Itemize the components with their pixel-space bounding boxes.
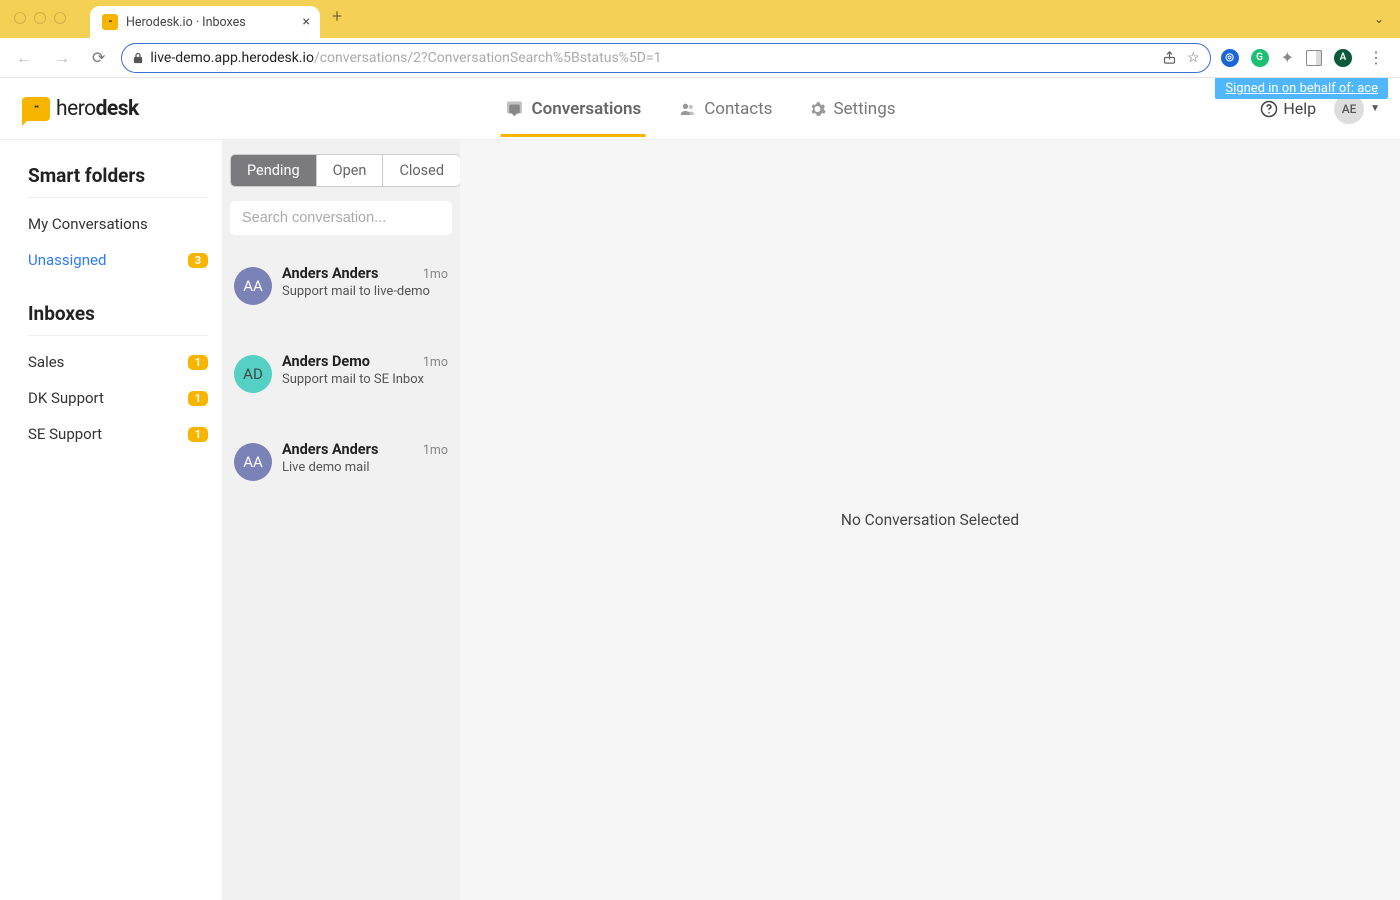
search-input[interactable]: [242, 210, 440, 226]
logo-text: herodesk: [56, 97, 139, 121]
sidebar-item-unassigned[interactable]: Unassigned 3: [28, 242, 208, 278]
browser-menu-icon[interactable]: ⋮: [1364, 48, 1388, 67]
filter-pending[interactable]: Pending: [231, 155, 317, 186]
sidebar-item-label: DK Support: [28, 389, 104, 407]
inboxes-heading: Inboxes: [28, 302, 208, 336]
conversation-time: 1mo: [423, 267, 448, 282]
nav-conversations[interactable]: Conversations: [500, 81, 645, 137]
sidebar-item-my-conversations[interactable]: My Conversations: [28, 206, 208, 242]
minimize-window-icon[interactable]: [34, 12, 46, 24]
count-badge: 1: [188, 427, 208, 442]
nav-label: Settings: [833, 99, 895, 119]
forward-button[interactable]: →: [48, 44, 76, 72]
help-link[interactable]: Help: [1260, 99, 1316, 118]
maximize-window-icon[interactable]: [54, 12, 66, 24]
conversation-time: 1mo: [423, 355, 448, 370]
close-window-icon[interactable]: [14, 12, 26, 24]
conversation-subject: Support mail to SE Inbox: [282, 372, 448, 387]
conversation-item[interactable]: AA Anders Anders 1mo Support mail to liv…: [230, 253, 452, 341]
browser-tab-strip: Herodesk.io · Inboxes × + ⌄: [0, 0, 1400, 38]
gear-icon: [808, 100, 826, 118]
window-controls: [14, 12, 66, 24]
count-badge: 3: [188, 253, 208, 268]
conversation-sender: Anders Demo: [282, 353, 370, 370]
address-bar[interactable]: live-demo.app.herodesk.io/conversations/…: [121, 43, 1210, 73]
sidebar-item-dk-support[interactable]: DK Support 1: [28, 380, 208, 416]
filter-closed[interactable]: Closed: [383, 155, 460, 186]
logo-mark-icon: [22, 97, 50, 121]
conversation-subject: Support mail to live-demo: [282, 284, 448, 299]
avatar: AD: [234, 355, 272, 393]
url-text: live-demo.app.herodesk.io/conversations/…: [150, 50, 1156, 66]
nav-label: Contacts: [704, 99, 772, 119]
avatar: AA: [234, 267, 272, 305]
conversation-sender: Anders Anders: [282, 265, 378, 282]
tabs-dropdown-icon[interactable]: ⌄: [1374, 12, 1384, 26]
conversation-time: 1mo: [423, 443, 448, 458]
extensions-icon[interactable]: ✦: [1281, 48, 1294, 67]
extension-icons: ◎ G ✦ A ⋮: [1221, 48, 1390, 67]
status-filter: Pending Open Closed: [230, 154, 461, 187]
sidebar-item-label: Sales: [28, 353, 64, 371]
count-badge: 1: [188, 355, 208, 370]
tab-close-icon[interactable]: ×: [303, 14, 310, 30]
chevron-down-icon: ▼: [1370, 103, 1380, 114]
sidebar-item-label: Unassigned: [28, 251, 106, 269]
conversation-sender: Anders Anders: [282, 441, 378, 458]
contacts-icon: [677, 101, 697, 117]
smart-folders-heading: Smart folders: [28, 164, 208, 198]
extension-grammarly-icon[interactable]: G: [1251, 49, 1269, 67]
sidebar-item-se-support[interactable]: SE Support 1: [28, 416, 208, 452]
logo[interactable]: herodesk: [22, 97, 139, 121]
nav-contacts[interactable]: Contacts: [673, 81, 776, 137]
lock-icon: [132, 52, 144, 64]
sidebar-item-label: SE Support: [28, 425, 102, 443]
sidebar-item-sales[interactable]: Sales 1: [28, 344, 208, 380]
side-panel-icon[interactable]: [1306, 50, 1322, 66]
tab-title: Herodesk.io · Inboxes: [126, 15, 295, 30]
back-button[interactable]: ←: [10, 44, 38, 72]
extension-1password-icon[interactable]: ◎: [1221, 49, 1239, 67]
empty-state-text: No Conversation Selected: [841, 511, 1019, 529]
conversation-item[interactable]: AD Anders Demo 1mo Support mail to SE In…: [230, 341, 452, 429]
reload-button[interactable]: ⟳: [86, 44, 111, 71]
bookmark-icon[interactable]: ☆: [1187, 50, 1200, 66]
conversations-icon: [504, 100, 524, 118]
impersonation-banner[interactable]: Signed in on behalf of: ace: [1215, 78, 1388, 99]
app-header: Signed in on behalf of: ace herodesk Con…: [0, 78, 1400, 140]
filter-open[interactable]: Open: [317, 155, 384, 186]
browser-toolbar: ← → ⟳ live-demo.app.herodesk.io/conversa…: [0, 38, 1400, 78]
conversation-subject: Live demo mail: [282, 460, 448, 475]
search-box[interactable]: [230, 201, 452, 235]
avatar: AA: [234, 443, 272, 481]
app-body: Smart folders My Conversations Unassigne…: [0, 140, 1400, 900]
sidebar-item-label: My Conversations: [28, 215, 148, 233]
sidebar: Smart folders My Conversations Unassigne…: [0, 140, 222, 900]
nav-label: Conversations: [531, 99, 641, 119]
profile-avatar-icon[interactable]: A: [1334, 49, 1352, 67]
browser-tab[interactable]: Herodesk.io · Inboxes ×: [90, 6, 320, 38]
tab-favicon-icon: [102, 14, 118, 30]
help-label: Help: [1283, 99, 1316, 118]
nav-settings[interactable]: Settings: [804, 81, 899, 137]
new-tab-button[interactable]: +: [332, 6, 342, 27]
conversation-list-column: Pending Open Closed AA Anders Anders 1mo…: [222, 140, 460, 900]
conversation-item[interactable]: AA Anders Anders 1mo Live demo mail: [230, 429, 452, 517]
conversation-detail: No Conversation Selected: [460, 140, 1400, 900]
main-nav: Conversations Contacts Settings: [500, 81, 899, 137]
help-icon: [1260, 100, 1278, 118]
count-badge: 1: [188, 391, 208, 406]
share-icon[interactable]: [1162, 50, 1177, 66]
